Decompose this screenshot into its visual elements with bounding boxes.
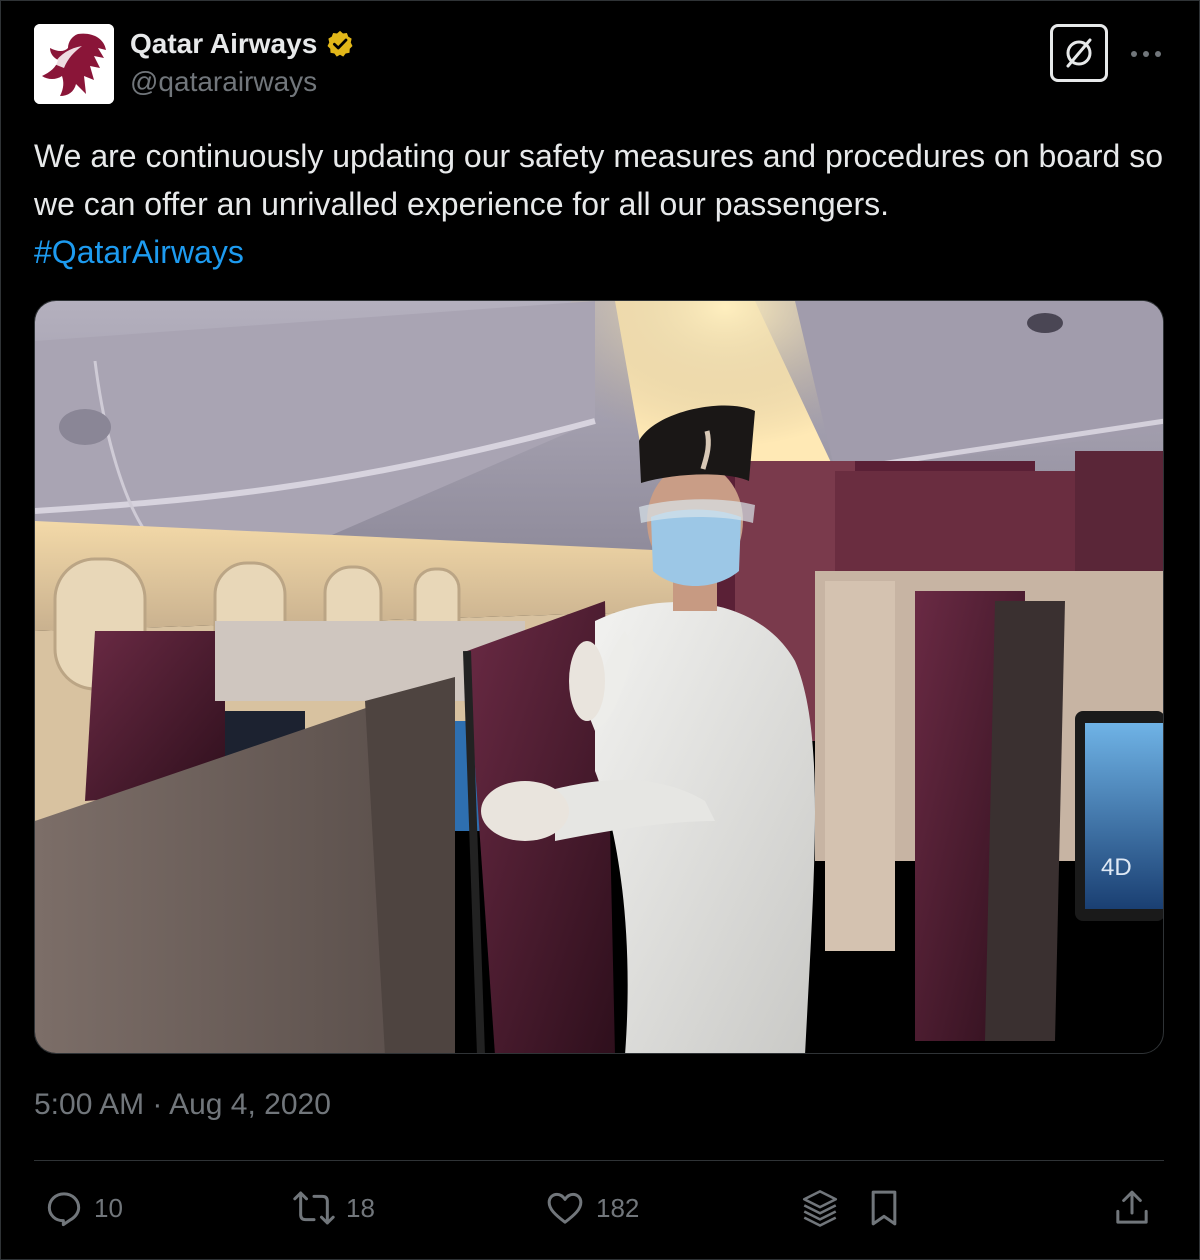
like-icon xyxy=(547,1192,583,1224)
repost-icon xyxy=(293,1191,335,1225)
verified-badge-icon xyxy=(325,29,355,59)
like-button[interactable]: 182 xyxy=(544,1186,639,1230)
grok-icon xyxy=(1066,38,1092,68)
tweet-photo[interactable]: 4D xyxy=(34,300,1164,1054)
share-button[interactable] xyxy=(1112,1186,1152,1230)
reply-icon xyxy=(47,1192,81,1227)
reply-button[interactable]: 10 xyxy=(44,1186,123,1230)
cabin-photo: 4D xyxy=(35,301,1163,1053)
hashtag-link[interactable]: #QatarAirways xyxy=(34,228,1164,276)
grok-button[interactable] xyxy=(1050,24,1108,82)
tweet-body: We are continuously updating our safety … xyxy=(34,138,1163,222)
oryx-logo-icon xyxy=(34,24,114,104)
bookmark-button[interactable] xyxy=(864,1186,904,1230)
share-icon xyxy=(1116,1190,1148,1224)
author-display-name[interactable]: Qatar Airways xyxy=(130,28,317,60)
tweet-timestamp[interactable]: 5:00 AM · Aug 4, 2020 xyxy=(34,1088,331,1122)
tweet-text: We are continuously updating our safety … xyxy=(34,132,1164,276)
divider xyxy=(34,1160,1164,1161)
author-handle[interactable]: @qatarairways xyxy=(130,66,317,98)
avatar[interactable] xyxy=(34,24,114,104)
more-options-icon xyxy=(1131,51,1161,57)
repost-button[interactable]: 18 xyxy=(292,1186,375,1230)
layers-icon xyxy=(802,1190,838,1227)
more-options-button[interactable] xyxy=(1126,34,1166,74)
author-name-row: Qatar Airways xyxy=(130,26,355,62)
like-count: 182 xyxy=(596,1192,640,1223)
bookmark-icon xyxy=(871,1190,897,1226)
seat-label: 4D xyxy=(1101,854,1132,881)
reply-count: 10 xyxy=(94,1192,123,1223)
views-button[interactable] xyxy=(798,1186,842,1230)
repost-count: 18 xyxy=(346,1192,375,1223)
